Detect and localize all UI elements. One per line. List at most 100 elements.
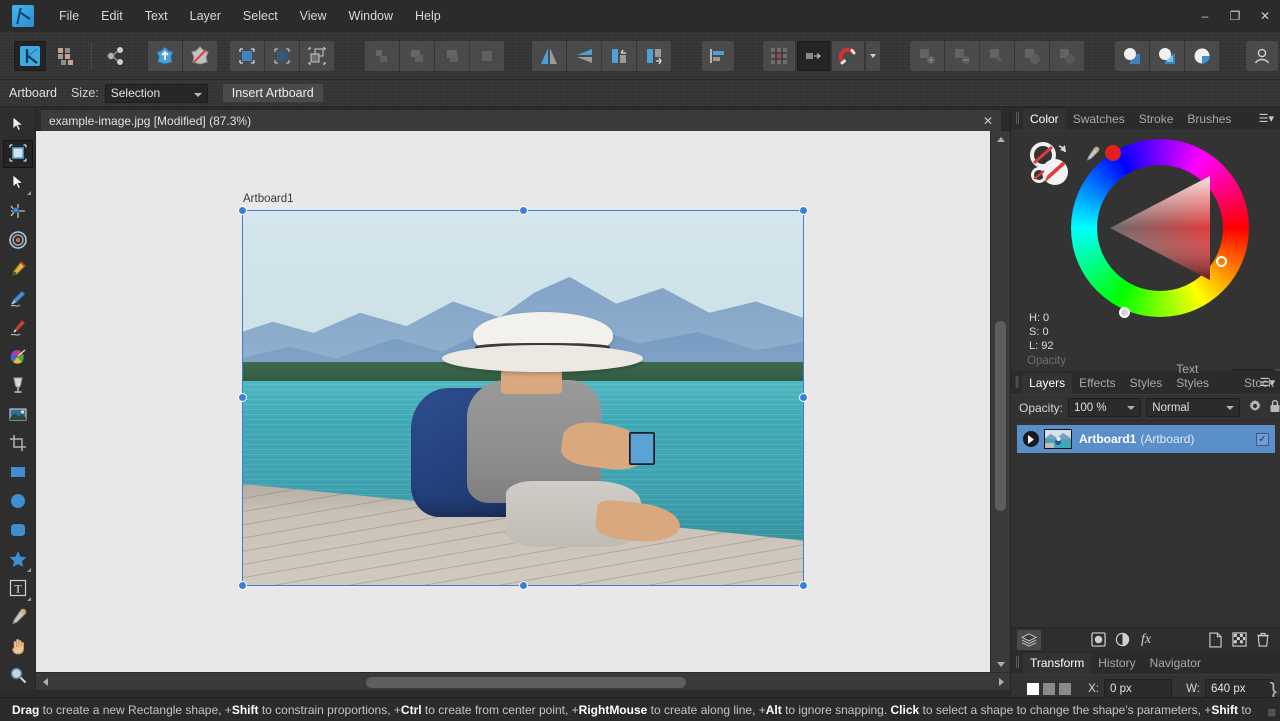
tab-effects[interactable]: Effects xyxy=(1072,373,1122,394)
boolean-divide-button[interactable] xyxy=(1015,40,1050,71)
minimize-button[interactable]: – xyxy=(1190,0,1220,32)
scroll-down-button[interactable] xyxy=(991,656,1011,672)
menu-edit[interactable]: Edit xyxy=(90,4,134,28)
vector-crop-tool[interactable] xyxy=(3,227,33,255)
color-triangle-picker[interactable] xyxy=(1106,172,1214,284)
tab-color[interactable]: Color xyxy=(1023,109,1066,130)
color-wheel-hue-marker[interactable] xyxy=(1216,256,1227,267)
selection-handle-middle-right[interactable] xyxy=(799,393,808,402)
persona-export-button[interactable] xyxy=(100,41,132,71)
lock-icon[interactable] xyxy=(1269,399,1280,416)
delete-layer-button[interactable] xyxy=(1251,630,1275,650)
close-button[interactable]: ✕ xyxy=(1250,0,1280,32)
pixel-selection-show-button[interactable] xyxy=(230,40,265,71)
create-mask-button[interactable] xyxy=(1114,40,1149,71)
view-tool[interactable] xyxy=(3,633,33,661)
fill-stroke-swatches[interactable] xyxy=(1029,141,1077,189)
tab-history[interactable]: History xyxy=(1091,653,1142,674)
menu-text[interactable]: Text xyxy=(134,4,179,28)
adjustment-button[interactable] xyxy=(1184,40,1219,71)
resize-grip-icon[interactable]: ▦ xyxy=(1267,707,1276,718)
pencil-tool[interactable] xyxy=(3,285,33,313)
transform-x-input[interactable]: 0 px xyxy=(1104,679,1172,698)
effects-button[interactable]: fx xyxy=(1134,630,1158,650)
adjustment-layer-button[interactable] xyxy=(1110,630,1134,650)
fill-tool[interactable] xyxy=(3,343,33,371)
color-triangle-marker[interactable] xyxy=(1119,307,1130,318)
pen-tool[interactable] xyxy=(3,256,33,284)
flip-horizontal-button[interactable] xyxy=(532,40,567,71)
canvas-horizontal-scrollbar[interactable] xyxy=(36,672,1010,690)
table-row[interactable]: Artboard1 (Artboard) ✓ xyxy=(1017,425,1275,453)
create-clip-button[interactable] xyxy=(1149,40,1184,71)
place-image-tool[interactable] xyxy=(3,401,33,429)
artboard-size-select[interactable]: Selection xyxy=(104,83,208,103)
mask-layer-button[interactable] xyxy=(1086,630,1110,650)
selection-handle-middle-left[interactable] xyxy=(238,393,247,402)
boolean-intersect-button[interactable] xyxy=(980,40,1015,71)
artistic-text-tool[interactable]: T xyxy=(3,575,33,603)
artboard-content[interactable] xyxy=(243,211,803,585)
crop-tool[interactable] xyxy=(3,430,33,458)
recent-color-swatch[interactable] xyxy=(1105,145,1121,161)
rotate-left-button[interactable] xyxy=(602,40,637,71)
selection-handle-top-left[interactable] xyxy=(238,206,247,215)
scroll-up-button[interactable] xyxy=(991,131,1011,147)
horizontal-scroll-thumb[interactable] xyxy=(366,677,686,688)
anchor-top-right[interactable] xyxy=(1059,683,1071,695)
canvas-vertical-scrollbar[interactable] xyxy=(990,131,1010,672)
layer-list[interactable]: Artboard1 (Artboard) ✓ xyxy=(1011,421,1280,561)
tab-brushes[interactable]: Brushes xyxy=(1180,109,1238,130)
color-panel-menu-icon[interactable]: ☰▾ xyxy=(1259,112,1274,125)
zoom-tool[interactable] xyxy=(3,662,33,690)
selection-handle-bottom-center[interactable] xyxy=(519,581,528,590)
align-right-edges-button[interactable] xyxy=(434,40,469,71)
selection-handle-bottom-left[interactable] xyxy=(238,581,247,590)
snapping-candidates-button[interactable] xyxy=(797,40,830,71)
insert-artboard-button[interactable]: Insert Artboard xyxy=(221,83,324,103)
add-snapshot-button[interactable] xyxy=(147,40,182,71)
align-centers-button[interactable] xyxy=(399,40,434,71)
align-distribute-button[interactable] xyxy=(469,40,504,71)
node-tool[interactable] xyxy=(3,169,33,197)
persona-pixel-button[interactable] xyxy=(48,41,80,71)
boolean-subtract-button[interactable] xyxy=(945,40,980,71)
menu-select[interactable]: Select xyxy=(232,4,289,28)
star-tool[interactable] xyxy=(3,546,33,574)
document-tab[interactable]: example-image.jpg [Modified] (87.3%) ✕ xyxy=(40,109,1002,131)
artboard-tool[interactable] xyxy=(3,140,33,168)
new-layer-button[interactable] xyxy=(1203,630,1227,650)
tab-styles[interactable]: Styles xyxy=(1123,373,1170,394)
menu-layer[interactable]: Layer xyxy=(179,4,232,28)
menu-help[interactable]: Help xyxy=(404,4,452,28)
maximize-button[interactable]: ❐ xyxy=(1220,0,1250,32)
boolean-combine-button[interactable] xyxy=(1050,40,1085,71)
blend-mode-select[interactable]: Normal xyxy=(1146,398,1240,417)
color-eyedropper-button[interactable] xyxy=(1083,145,1101,166)
move-tool[interactable] xyxy=(3,111,33,139)
vector-flood-fill-tool[interactable] xyxy=(3,372,33,400)
remove-snapshot-button[interactable] xyxy=(182,40,217,71)
anchor-top-center[interactable] xyxy=(1043,683,1055,695)
scroll-left-button[interactable] xyxy=(36,673,54,691)
panel-grip-icon[interactable]: ║ xyxy=(1011,106,1023,130)
layer-opacity-select[interactable]: 100 % xyxy=(1068,398,1142,417)
layer-stack-button[interactable] xyxy=(1017,629,1041,650)
vertical-scroll-thumb[interactable] xyxy=(995,321,1006,511)
selection-transform-button[interactable] xyxy=(300,40,335,71)
layers-panel-menu-icon[interactable]: ☰▾ xyxy=(1260,376,1275,389)
scroll-right-button[interactable] xyxy=(992,673,1010,691)
new-pixel-layer-button[interactable] xyxy=(1227,630,1251,650)
menu-window[interactable]: Window xyxy=(338,4,404,28)
tab-swatches[interactable]: Swatches xyxy=(1066,109,1132,130)
anchor-top-left[interactable] xyxy=(1027,683,1039,695)
tab-stroke[interactable]: Stroke xyxy=(1132,109,1181,130)
canvas-area[interactable]: Artboard1 xyxy=(36,131,1010,690)
layer-visibility-checkbox[interactable]: ✓ xyxy=(1256,432,1269,446)
panel-grip-icon[interactable]: ║ xyxy=(1011,650,1023,674)
rectangle-tool[interactable] xyxy=(3,459,33,487)
enable-snapping-button[interactable] xyxy=(831,40,865,71)
flip-vertical-button[interactable] xyxy=(567,40,602,71)
close-icon[interactable]: ✕ xyxy=(983,114,993,128)
persona-designer-button[interactable] xyxy=(14,40,47,71)
